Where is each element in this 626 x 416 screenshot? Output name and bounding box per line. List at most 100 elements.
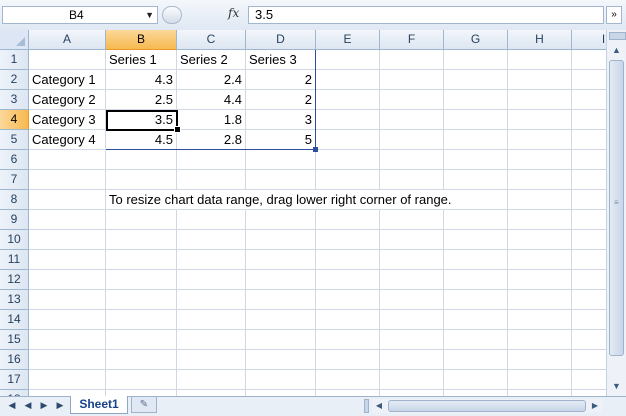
chevron-down-icon[interactable]: ▼ [145, 7, 154, 23]
cell-d6[interactable] [246, 150, 316, 170]
cell-f4[interactable] [380, 110, 444, 130]
last-sheet-icon[interactable]: ▶ [54, 400, 66, 411]
cell-i10[interactable] [572, 230, 606, 250]
horizontal-split-handle[interactable] [609, 32, 626, 40]
cell-d16[interactable] [246, 350, 316, 370]
row-header-1[interactable]: 1 [0, 50, 29, 70]
scroll-left-icon[interactable]: ◀ [372, 399, 386, 413]
tab-split-handle[interactable] [364, 399, 369, 413]
cell-a17[interactable] [29, 370, 106, 390]
cell-h6[interactable] [508, 150, 572, 170]
cell-a15[interactable] [29, 330, 106, 350]
cell-g2[interactable] [444, 70, 508, 90]
cell-e2[interactable] [316, 70, 380, 90]
cell-f6[interactable] [380, 150, 444, 170]
cell-c15[interactable] [177, 330, 246, 350]
cell-c12[interactable] [177, 270, 246, 290]
cell-f1[interactable] [380, 50, 444, 70]
cell-f14[interactable] [380, 310, 444, 330]
cell-i2[interactable] [572, 70, 606, 90]
cell-d15[interactable] [246, 330, 316, 350]
column-header-d[interactable]: D [246, 30, 316, 50]
cell-e13[interactable] [316, 290, 380, 310]
row-header-2[interactable]: 2 [0, 70, 29, 90]
cell-i12[interactable] [572, 270, 606, 290]
cell-f17[interactable] [380, 370, 444, 390]
scroll-up-icon[interactable]: ▲ [609, 42, 624, 58]
cell-e5[interactable] [316, 130, 380, 150]
row-header-14[interactable]: 14 [0, 310, 29, 330]
cell-c1[interactable]: Series 2 [177, 50, 246, 70]
cell-h2[interactable] [508, 70, 572, 90]
cell-a7[interactable] [29, 170, 106, 190]
cell-h14[interactable] [508, 310, 572, 330]
cell-c4[interactable]: 1.8 [177, 110, 246, 130]
row-header-4[interactable]: 4 [0, 110, 29, 130]
cell-a16[interactable] [29, 350, 106, 370]
cell-b15[interactable] [106, 330, 177, 350]
column-header-c[interactable]: C [177, 30, 246, 50]
row-header-8[interactable]: 8 [0, 190, 29, 210]
cell-h17[interactable] [508, 370, 572, 390]
cell-g12[interactable] [444, 270, 508, 290]
cell-a4[interactable]: Category 3 [29, 110, 106, 130]
cell-h5[interactable] [508, 130, 572, 150]
cell-e15[interactable] [316, 330, 380, 350]
cell-c11[interactable] [177, 250, 246, 270]
cell-d5[interactable]: 5 [246, 130, 316, 150]
cell-f5[interactable] [380, 130, 444, 150]
cell-a8[interactable] [29, 190, 106, 210]
cell-g7[interactable] [444, 170, 508, 190]
cell-g11[interactable] [444, 250, 508, 270]
cell-b11[interactable] [106, 250, 177, 270]
cell-f15[interactable] [380, 330, 444, 350]
column-header-e[interactable]: E [316, 30, 380, 50]
row-header-10[interactable]: 10 [0, 230, 29, 250]
cell-g6[interactable] [444, 150, 508, 170]
cell-c3[interactable]: 4.4 [177, 90, 246, 110]
row-header-16[interactable]: 16 [0, 350, 29, 370]
cell-f12[interactable] [380, 270, 444, 290]
cell-e10[interactable] [316, 230, 380, 250]
cell-g4[interactable] [444, 110, 508, 130]
cell-i11[interactable] [572, 250, 606, 270]
cell-f10[interactable] [380, 230, 444, 250]
cell-a3[interactable]: Category 2 [29, 90, 106, 110]
cell-g14[interactable] [444, 310, 508, 330]
cell-b14[interactable] [106, 310, 177, 330]
row-header-7[interactable]: 7 [0, 170, 29, 190]
cell-a13[interactable] [29, 290, 106, 310]
cell-d14[interactable] [246, 310, 316, 330]
vertical-scroll-thumb[interactable]: ≡ [609, 60, 624, 356]
cell-e12[interactable] [316, 270, 380, 290]
cell-i16[interactable] [572, 350, 606, 370]
cell-i6[interactable] [572, 150, 606, 170]
cell-i4[interactable] [572, 110, 606, 130]
cell-a11[interactable] [29, 250, 106, 270]
row-header-11[interactable]: 11 [0, 250, 29, 270]
cell-g10[interactable] [444, 230, 508, 250]
cell-c5[interactable]: 2.8 [177, 130, 246, 150]
row-header-13[interactable]: 13 [0, 290, 29, 310]
cell-h1[interactable] [508, 50, 572, 70]
cell-i9[interactable] [572, 210, 606, 230]
cell-e14[interactable] [316, 310, 380, 330]
cell-g16[interactable] [444, 350, 508, 370]
column-header-h[interactable]: H [508, 30, 572, 50]
cell-c17[interactable] [177, 370, 246, 390]
cell-g5[interactable] [444, 130, 508, 150]
range-resize-handle[interactable] [313, 147, 318, 152]
cell-b17[interactable] [106, 370, 177, 390]
cell-a12[interactable] [29, 270, 106, 290]
cell-a10[interactable] [29, 230, 106, 250]
cell-i17[interactable] [572, 370, 606, 390]
cell-i3[interactable] [572, 90, 606, 110]
cell-d7[interactable] [246, 170, 316, 190]
cell-g9[interactable] [444, 210, 508, 230]
cell-f7[interactable] [380, 170, 444, 190]
cell-b4[interactable]: 3.5 [106, 110, 177, 130]
column-header-a[interactable]: A [29, 30, 106, 50]
row-header-15[interactable]: 15 [0, 330, 29, 350]
cell-b16[interactable] [106, 350, 177, 370]
cell-f13[interactable] [380, 290, 444, 310]
